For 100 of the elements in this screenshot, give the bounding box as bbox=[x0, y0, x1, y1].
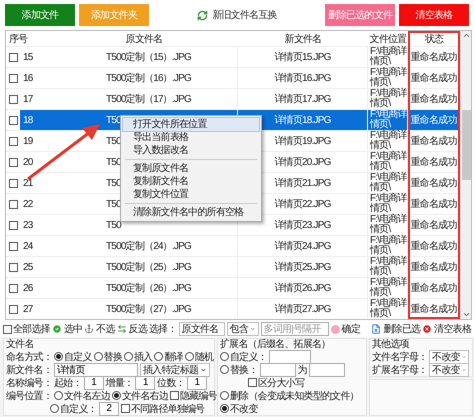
checkbox[interactable] bbox=[9, 158, 18, 166]
radio-button[interactable]: 自定义： bbox=[220, 350, 267, 364]
table-cell-text: 详情页26.JPG bbox=[274, 282, 331, 295]
checkbox[interactable] bbox=[9, 200, 18, 208]
select-button[interactable]: 反选 bbox=[116, 322, 148, 336]
select-button[interactable]: 选中 bbox=[52, 322, 82, 336]
confirm-button[interactable]: 确定 bbox=[330, 322, 360, 336]
select-button[interactable]: 不选 bbox=[84, 322, 115, 336]
scroll-thumb[interactable] bbox=[462, 110, 470, 180]
radio-button[interactable]: 文件名右边 bbox=[112, 388, 168, 402]
checkbox[interactable] bbox=[9, 262, 18, 272]
checkbox[interactable]: 不同路径单独编号 bbox=[120, 402, 204, 416]
table-cell-text: 重命名成功 bbox=[410, 218, 456, 232]
case-dropdown[interactable]: 不改变 bbox=[429, 362, 470, 376]
checkbox[interactable] bbox=[9, 242, 18, 250]
table-cell-text: T500定制（25）.JPG bbox=[106, 260, 191, 274]
menu-item[interactable]: 复制新文件名 bbox=[123, 175, 259, 188]
table-cell: F:\电商详情页\ bbox=[370, 152, 407, 172]
checkbox[interactable]: 区分大小写 bbox=[248, 376, 304, 390]
checkbox[interactable] bbox=[9, 116, 18, 124]
radio-button[interactable]: 删除（会变成未知类型的文件） bbox=[220, 388, 359, 402]
new-name-field[interactable]: 详情页 bbox=[54, 362, 138, 376]
checkbox[interactable] bbox=[9, 94, 18, 104]
field-dropdown[interactable]: 原文件名 bbox=[178, 322, 225, 336]
table-cell-text: 重命名成功 bbox=[410, 156, 456, 169]
panel-title: 扩展名（后缀名、拓展名） bbox=[220, 339, 332, 350]
field-label: 编号位置： bbox=[6, 390, 52, 402]
radio-button[interactable]: 随机 bbox=[184, 350, 214, 364]
table-cell-text: 21 bbox=[22, 176, 34, 190]
checkbox[interactable] bbox=[9, 52, 18, 62]
insert-dropdown[interactable]: 插入特定标题 bbox=[140, 362, 210, 376]
column-header: 序号 bbox=[8, 32, 28, 46]
checkbox[interactable] bbox=[9, 284, 18, 292]
table-cell: F:\电商详情页\ bbox=[370, 47, 407, 67]
replace-field[interactable] bbox=[260, 362, 296, 376]
table-cell-text: 重命名成功 bbox=[410, 92, 456, 106]
toolbar-button[interactable]: 清空表格 bbox=[399, 4, 469, 26]
table-cell: F:\电商详情页\ bbox=[370, 68, 407, 88]
table-cell-text: 详情页19.JPG bbox=[274, 134, 331, 148]
table-cell-text: 重命名成功 bbox=[410, 176, 456, 190]
caret-icon bbox=[250, 325, 256, 333]
checkbox[interactable] bbox=[9, 304, 18, 314]
field-label: 扩展名字母： bbox=[372, 364, 428, 376]
table-cell-text: 重命名成功 bbox=[410, 282, 456, 295]
table-cell-text: T500定制（24）.JPG bbox=[106, 240, 191, 253]
table-cell-text: 重命名成功 bbox=[410, 198, 456, 211]
panel-title: 文件名 bbox=[6, 339, 35, 350]
match-dropdown[interactable]: 包含 bbox=[226, 322, 259, 336]
checkbox[interactable] bbox=[9, 220, 18, 230]
radio-button[interactable]: 翻译 bbox=[154, 350, 183, 364]
number-field[interactable]: 1 bbox=[84, 376, 104, 390]
radio-button[interactable]: 替换： bbox=[220, 362, 258, 376]
table-cell-text: 详情页22.JPG bbox=[274, 198, 331, 211]
radio-button[interactable]: 替换 bbox=[94, 350, 122, 364]
table-button[interactable]: 清空表格 bbox=[422, 322, 471, 336]
extension-field[interactable] bbox=[268, 350, 311, 364]
field-label: 文件名字母： bbox=[372, 350, 428, 364]
table-cell: F:\电商详情页\ bbox=[370, 257, 407, 277]
field-label: 命名方式： bbox=[6, 350, 52, 364]
radio-button[interactable]: 插入 bbox=[124, 350, 152, 364]
swap-button[interactable]: 新旧文件名互换 bbox=[153, 4, 321, 26]
table-cell-text: 25 bbox=[22, 260, 34, 274]
keyword-field[interactable]: 多词用|号隔开 bbox=[260, 322, 329, 336]
custom-number-field[interactable]: 2 bbox=[98, 402, 119, 416]
radio-button[interactable]: 自定义 bbox=[54, 350, 92, 364]
menu-item[interactable]: 复制原文件名 bbox=[123, 162, 259, 175]
checkbox[interactable] bbox=[9, 74, 18, 82]
table-cell-text: 详情页24.JPG bbox=[274, 240, 331, 253]
number-field[interactable]: 1 bbox=[186, 376, 207, 390]
replace-field[interactable] bbox=[308, 362, 345, 376]
table-cell: F:\电商详情页\ bbox=[370, 194, 407, 214]
radio-button[interactable]: 文件名左边 bbox=[54, 388, 110, 402]
checkbox[interactable] bbox=[9, 136, 18, 146]
table-cell-text: 详情页18.JPG bbox=[274, 114, 331, 127]
refresh-icon bbox=[197, 10, 208, 20]
table-cell-text: 20 bbox=[22, 156, 34, 170]
table-button[interactable]: 删除已选 bbox=[371, 322, 420, 336]
menu-item[interactable]: 导入数据改名 bbox=[123, 144, 259, 157]
scrollbar[interactable] bbox=[460, 31, 471, 319]
table-cell: F:\电商详情页\ bbox=[370, 173, 407, 193]
radio-button[interactable]: 不改变 bbox=[220, 402, 258, 416]
checkbox[interactable]: 隐藏编号 bbox=[170, 388, 217, 402]
table-cell: F:\电商详情页\ bbox=[370, 110, 407, 130]
number-field[interactable]: 1 bbox=[135, 376, 156, 390]
checkbox[interactable]: 全部选择 bbox=[3, 322, 50, 336]
toolbar-button[interactable]: 添加文件 bbox=[5, 4, 75, 26]
table-cell-text: 详情页17.JPG bbox=[274, 92, 331, 106]
select-label: 选择： bbox=[149, 322, 177, 336]
table-cell-text: 详情页27.JPG bbox=[274, 302, 331, 316]
table-cell-text: 详情页15.JPG bbox=[274, 50, 331, 64]
table-cell: 18 bbox=[20, 110, 50, 130]
scroll-up-icon[interactable] bbox=[462, 31, 470, 40]
scroll-down-icon[interactable] bbox=[462, 310, 470, 319]
menu-item[interactable]: 导出当前表格 bbox=[123, 131, 259, 144]
menu-item[interactable]: 打开文件所在位置 bbox=[123, 118, 259, 131]
case-dropdown[interactable]: 不改变 bbox=[429, 350, 470, 364]
panel-title: 其他选项 bbox=[372, 339, 410, 350]
checkbox[interactable] bbox=[9, 178, 18, 188]
radio-button[interactable]: 自定义： bbox=[50, 402, 97, 416]
field-label: 起始： bbox=[54, 376, 82, 390]
